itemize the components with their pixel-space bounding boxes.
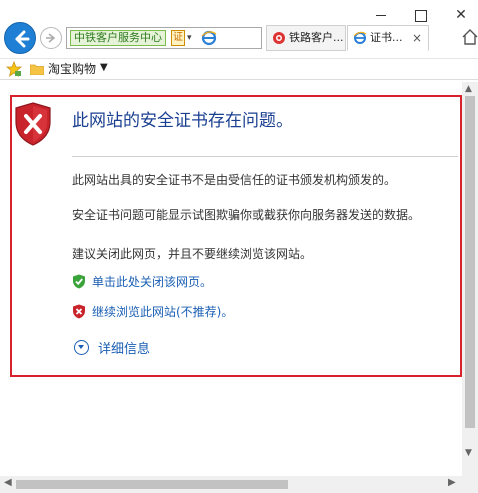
close-page-link[interactable]: 单击此处关闭该网页。 [92, 273, 212, 290]
continue-to-website-link[interactable]: 继续浏览此网站(不推荐)。 [92, 303, 233, 320]
favorites-folder-taobao[interactable]: 淘宝购物 [48, 61, 96, 77]
tab-label: 证书... [370, 31, 403, 44]
forward-arrow-icon [46, 33, 56, 43]
page-content: 此网站的安全证书存在问题。 此网站出具的安全证书不是由受信任的证书颁发机构颁发的… [0, 82, 462, 476]
tab-close-button[interactable]: × [412, 26, 422, 50]
tab-label: 铁路客户... [289, 31, 344, 44]
address-dropdown-icon[interactable]: ▾ [187, 33, 192, 43]
scrollbar-corner [462, 476, 478, 493]
ie-icon [201, 30, 217, 46]
chevron-down-icon[interactable]: ▼ [100, 62, 108, 73]
error-explanation: 安全证书问题可能显示试图欺骗你或截获你向服务器发送的数据。 [72, 208, 421, 222]
forward-button[interactable] [40, 27, 62, 49]
ie-icon [353, 31, 367, 44]
scroll-down-arrow[interactable]: ▼ [465, 448, 472, 458]
scroll-left-arrow[interactable]: ◀ [4, 477, 12, 488]
navigation-bar: 中铁客户服务中心 证 ▾ 铁路客户... 证书... × [0, 20, 478, 56]
address-site-identity[interactable]: 中铁客户服务中心 [70, 30, 166, 46]
divider [72, 156, 458, 157]
tab-certificate[interactable]: 证书... × [347, 25, 429, 51]
scroll-up-arrow[interactable]: ▲ [465, 84, 472, 94]
shield-error-icon [15, 102, 51, 146]
expand-chevron-icon [74, 340, 89, 355]
green-shield-check-icon [73, 274, 85, 289]
highlight-frame [10, 95, 462, 377]
error-recommendation: 建议关闭此网页，并且不要继续浏览该网站。 [72, 247, 313, 261]
error-description: 此网站出具的安全证书不是由受信任的证书颁发机构颁发的。 [72, 173, 397, 187]
vertical-scrollbar[interactable]: ▲ ▼ [462, 82, 478, 476]
scroll-right-arrow[interactable]: ▶ [448, 477, 456, 488]
certificate-error-badge[interactable]: 证 [171, 30, 185, 46]
favorites-bar: 淘宝购物 ▼ [0, 58, 478, 80]
folder-icon [30, 64, 44, 75]
page-title: 此网站的安全证书存在问题。 [72, 111, 293, 131]
tab-railway[interactable]: 铁路客户... [266, 25, 346, 51]
vertical-scroll-thumb[interactable] [465, 96, 475, 428]
back-button[interactable] [4, 22, 36, 54]
red-shield-x-icon [73, 304, 85, 319]
home-icon[interactable] [462, 28, 478, 46]
horizontal-scrollbar[interactable]: ◀ ▶ [0, 476, 462, 493]
site-icon [273, 32, 285, 44]
more-information-link[interactable]: 详细信息 [98, 338, 150, 357]
address-bar[interactable]: 中铁客户服务中心 证 ▾ [66, 27, 262, 49]
horizontal-scroll-thumb[interactable] [16, 480, 288, 489]
back-arrow-icon [15, 30, 30, 48]
favorites-star-icon[interactable] [6, 61, 22, 77]
